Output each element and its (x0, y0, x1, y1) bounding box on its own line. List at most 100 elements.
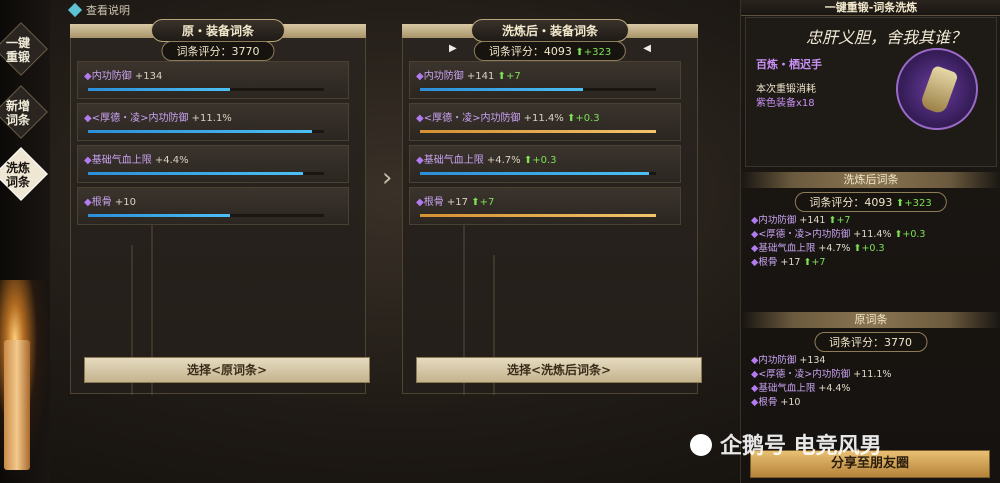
line-value: +4.4% (818, 383, 851, 394)
attr-bar-track (88, 172, 324, 175)
attr-value: +4.7% (486, 155, 521, 166)
select-original-button[interactable]: 选择<原词条> (84, 357, 370, 383)
refined-section-title: 洗炼后词条 (741, 172, 1000, 188)
attr-text: ◆内功防御 +134 (84, 71, 163, 82)
line-value: +11.1% (853, 369, 892, 380)
nav-item-new-entry-label: 新增 词条 (5, 99, 30, 127)
prev-arrow-icon[interactable]: ▶ (449, 43, 457, 54)
attr-bar-fill (420, 88, 583, 91)
line-name: 基础气血上限 (758, 383, 816, 394)
help-label: 查看说明 (86, 4, 130, 17)
original-attr-row: ◆根骨 +10 (77, 187, 349, 225)
line-delta: +0.3 (861, 243, 885, 254)
line-name: 内功防御 (758, 355, 797, 366)
side-original-line: ◆根骨 +10 (751, 397, 801, 408)
original-score: 词条评分：3770 (161, 41, 275, 61)
up-arrow-icon: ⬆ (895, 198, 905, 209)
help-link[interactable]: 查看说明 (67, 2, 130, 18)
attr-name: 内功防御 (91, 71, 132, 82)
attr-value: +134 (134, 71, 163, 82)
line-value: +134 (799, 355, 826, 366)
attr-bar-fill (88, 172, 303, 175)
side-refined-delta: +323 (904, 198, 932, 209)
line-name: <厚德・凌>内功防御 (758, 369, 851, 380)
attr-value: +141 (466, 71, 495, 82)
attr-value: +4.4% (154, 155, 189, 166)
attr-bar-track (88, 88, 324, 91)
side-refined-line: ◆<厚德・凌>内功防御 +11.4% ⬆+0.3 (751, 229, 926, 240)
side-original-line: ◆内功防御 +134 (751, 355, 826, 366)
attr-bar-track (420, 172, 656, 175)
line-value: +4.7% (818, 243, 851, 254)
attr-name: 根骨 (423, 197, 444, 208)
attr-bar-track (88, 214, 324, 217)
next-arrow-icon[interactable]: ◀ (643, 43, 651, 54)
attr-bar-track (420, 130, 656, 133)
attr-bar-track (88, 130, 324, 133)
attr-text: ◆基础气血上限 +4.7% ⬆+0.3 (416, 155, 557, 166)
penguin-icon (690, 434, 712, 456)
line-value: +10 (780, 397, 801, 408)
up-arrow-icon: ⬆ (497, 71, 506, 82)
line-name: 根骨 (758, 397, 778, 408)
attr-name: <厚德・凌>内功防御 (91, 113, 189, 124)
select-refined-label: 选择<洗炼后词条> (506, 363, 612, 377)
attr-delta: +0.3 (575, 113, 600, 124)
attr-value: +10 (114, 197, 136, 208)
side-refined-score-label: 词条评分：4093 (809, 196, 893, 209)
line-value: +11.4% (853, 229, 892, 240)
nav-item-refine-label: 洗炼 词条 (5, 161, 30, 189)
side-original-line: ◆基础气血上限 +4.4% (751, 383, 851, 394)
line-name: <厚德・凌>内功防御 (758, 229, 851, 240)
item-name: 百炼・栖迟手 (756, 58, 822, 71)
refined-attr-row: ◆基础气血上限 +4.7% ⬆+0.3 (409, 145, 681, 183)
nav-item-new-entry[interactable]: 新增 词条 (0, 99, 36, 127)
original-section-title: 原词条 (741, 312, 1000, 328)
refined-attr-row: ◆内功防御 +141 ⬆+7 (409, 61, 681, 99)
select-refined-button[interactable]: 选择<洗炼后词条> (416, 357, 702, 383)
line-delta: +7 (836, 215, 851, 226)
line-delta: +0.3 (902, 229, 926, 240)
nav-item-rebuild[interactable]: 一键 重锻 (0, 36, 36, 64)
up-arrow-icon: ⬆ (471, 197, 480, 208)
item-card: 忠肝义胆，舍我其谁？ 百炼・栖迟手 本次重锻消耗 紫色装备x18 (745, 17, 997, 167)
line-value: +17 (780, 257, 801, 268)
attr-text: ◆<厚德・凌>内功防御 +11.1% (84, 113, 232, 124)
attr-bar-track (420, 88, 656, 91)
side-original-line: ◆<厚德・凌>内功防御 +11.1% (751, 369, 892, 380)
attr-bar-fill (420, 172, 649, 175)
item-icon-frame (896, 48, 978, 130)
refined-score: 词条评分：4093 ⬆+323 (473, 41, 627, 61)
left-nav: 一键 重锻 新增 词条 洗炼 词条 (0, 0, 50, 483)
attr-text: ◆根骨 +17 ⬆+7 (416, 197, 495, 208)
refined-score-label: 词条评分：4093 (488, 45, 572, 58)
attr-value: +11.1% (191, 113, 232, 124)
refined-attr-panel: 洗炼后・装备词条 ▶ ◀ 词条评分：4093 ⬆+323 ◆内功防御 +141 … (402, 19, 698, 395)
attr-delta: +7 (479, 197, 495, 208)
refined-attr-row: ◆<厚德・凌>内功防御 +11.4% ⬆+0.3 (409, 103, 681, 141)
side-refined-score: 词条评分：4093 ⬆+323 (794, 192, 947, 212)
original-attr-row: ◆基础气血上限 +4.4% (77, 145, 349, 183)
original-attr-row: ◆内功防御 +134 (77, 61, 349, 99)
nav-item-refine[interactable]: 洗炼 词条 (0, 161, 36, 189)
line-name: 根骨 (758, 257, 778, 268)
attr-value: +11.4% (523, 113, 564, 124)
original-score-label: 词条评分：3770 (176, 45, 260, 58)
share-panel: 一键重锻-词条洗炼 忠肝义胆，舍我其谁？ 百炼・栖迟手 本次重锻消耗 紫色装备x… (740, 0, 1000, 483)
attr-bar-fill (420, 130, 656, 133)
candle-image (4, 340, 30, 470)
original-attr-row: ◆<厚德・凌>内功防御 +11.1% (77, 103, 349, 141)
original-panel-title: 原・装备词条 (150, 19, 286, 42)
attr-text: ◆<厚德・凌>内功防御 +11.4% ⬆+0.3 (416, 113, 600, 124)
select-original-label: 选择<原词条> (186, 363, 268, 377)
side-refined-line: ◆基础气血上限 +4.7% ⬆+0.3 (751, 243, 885, 254)
side-original-score: 词条评分：3770 (814, 332, 927, 352)
attr-bar-fill (88, 214, 230, 217)
refined-score-delta: +323 (583, 47, 612, 58)
original-attr-panel: 原・装备词条 词条评分：3770 ◆内功防御 +134 ◆<厚德・凌>内功防御 … (70, 19, 366, 395)
share-panel-header: 一键重锻-词条洗炼 (741, 0, 1000, 16)
attr-text: ◆根骨 +10 (84, 197, 136, 208)
compare-arrow-icon: › (382, 163, 393, 193)
attr-bar-fill (88, 88, 230, 91)
watermark-text: 企鹅号 电竞风男 (720, 434, 882, 459)
